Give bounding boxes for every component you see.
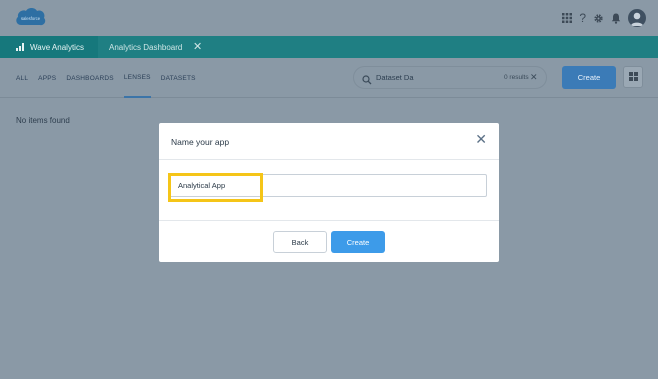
help-icon[interactable]: ? — [579, 12, 586, 24]
tab-all[interactable]: ALL — [16, 58, 28, 98]
global-header: salesforce ? — [0, 0, 658, 36]
create-button[interactable]: Create — [562, 66, 616, 89]
create-app-button[interactable]: Create — [331, 231, 385, 253]
search-clear-icon[interactable]: ✕ — [530, 67, 538, 88]
back-button[interactable]: Back — [273, 231, 327, 253]
svg-text:salesforce: salesforce — [21, 16, 41, 21]
tab-lenses[interactable]: LENSES — [123, 58, 151, 98]
salesforce-logo[interactable]: salesforce — [14, 5, 47, 30]
empty-state-message: No items found — [16, 116, 70, 125]
close-icon[interactable]: ✕ — [475, 132, 487, 146]
tab-datasets[interactable]: DATASETS — [161, 58, 196, 98]
search-box[interactable]: Dataset Da 0 results ✕ — [353, 66, 547, 89]
browse-nav: ALL APPS DASHBOARDS LENSES DATASETS — [0, 58, 658, 98]
dialog-footer: Back Create — [159, 220, 499, 262]
setup-gear-icon[interactable] — [593, 13, 604, 24]
tab-dashboards[interactable]: DASHBOARDS — [66, 58, 114, 98]
user-avatar-icon[interactable] — [628, 9, 646, 27]
grid-view-button[interactable] — [623, 66, 643, 88]
dialog-title: Name your app — [171, 136, 230, 147]
name-app-dialog: Name your app ✕ Back Create — [159, 123, 499, 262]
tab-close-icon[interactable]: ✕ — [193, 40, 202, 53]
app-switcher[interactable]: Wave Analytics — [0, 36, 98, 58]
notifications-bell-icon[interactable] — [611, 13, 621, 24]
app-launcher-icon[interactable] — [562, 13, 573, 23]
search-input[interactable]: Dataset Da — [376, 67, 414, 88]
app-name-input[interactable] — [169, 174, 487, 197]
tab-apps[interactable]: APPS — [38, 58, 56, 98]
search-result-count: 0 results — [504, 74, 529, 81]
app-tab-bar: Wave Analytics Analytics Dashboard ✕ — [0, 36, 658, 58]
analytics-bars-icon — [16, 43, 24, 51]
grid-view-icon — [628, 68, 638, 86]
search-icon — [362, 72, 372, 85]
dialog-header: Name your app ✕ — [159, 123, 499, 160]
tab-label: Analytics Dashboard — [109, 42, 183, 52]
app-name-label: Wave Analytics — [30, 42, 84, 52]
